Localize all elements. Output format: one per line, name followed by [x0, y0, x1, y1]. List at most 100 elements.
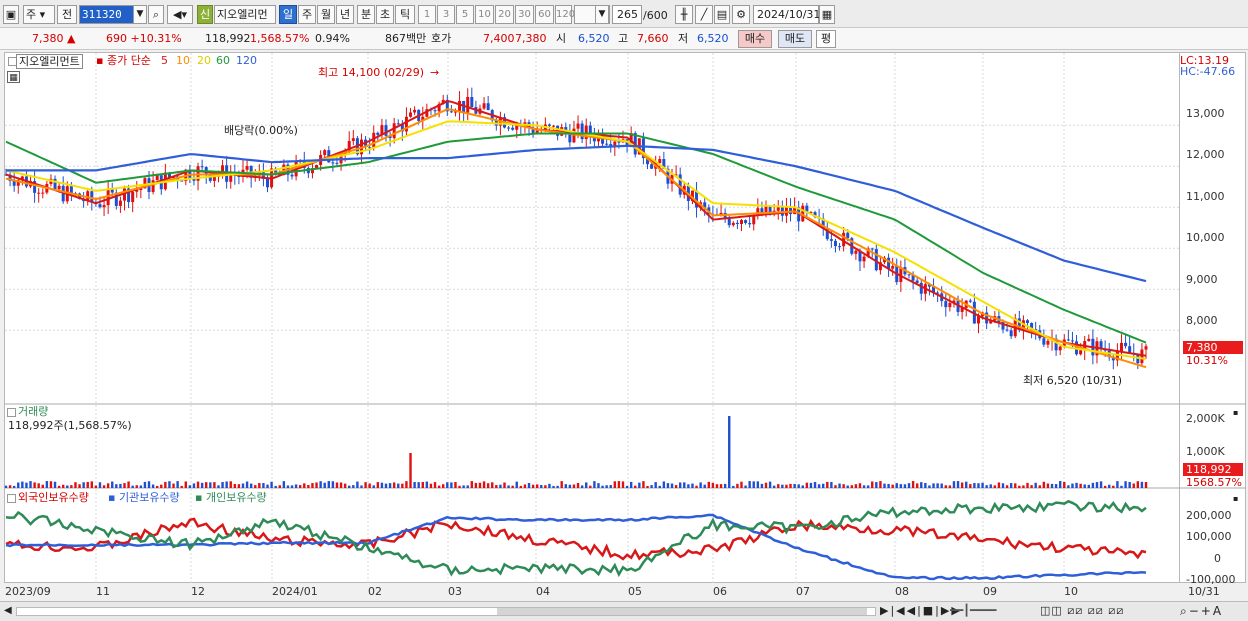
volume-bar: [413, 482, 416, 488]
volume-bar: [135, 485, 138, 488]
chart-svg[interactable]: [0, 0, 1248, 621]
volume-tag: 118,992: [1183, 463, 1243, 476]
zoom-icons[interactable]: ⌕−+A: [1180, 604, 1223, 619]
volume-bar: [985, 485, 988, 488]
volume-bar: [368, 483, 371, 488]
volume-panel-menu-icon[interactable]: [7, 408, 16, 417]
volume-bar: [274, 485, 277, 488]
volume-bar: [552, 485, 555, 488]
volume-bar: [899, 484, 903, 488]
ma-series: [5, 100, 1147, 369]
volume-bar: [364, 482, 367, 488]
candle-body: [131, 191, 135, 203]
volume-bar: [601, 485, 604, 488]
volume-bar: [311, 483, 314, 488]
volume-bar: [470, 481, 474, 488]
table-icon[interactable]: ▦: [7, 71, 20, 83]
volume-bar: [781, 484, 784, 488]
x-label: 02: [368, 585, 382, 598]
volume-bar: [760, 483, 764, 488]
volume-bar: [674, 485, 678, 488]
volume-bar: [356, 481, 359, 488]
volume-bar: [57, 485, 61, 488]
volume-bar: [756, 481, 760, 488]
volume-bar: [1026, 482, 1029, 488]
ma-60-legend[interactable]: 60: [216, 54, 230, 67]
volume-bar: [245, 481, 249, 488]
candle-body: [102, 205, 106, 208]
candle-body: [748, 223, 752, 225]
candle-body: [948, 302, 952, 308]
candle-body: [744, 220, 748, 224]
volume-bar: [1014, 483, 1017, 488]
x-label: 06: [713, 585, 727, 598]
volume-bar: [572, 484, 576, 488]
volume-bar: [879, 481, 882, 488]
candle-body: [968, 300, 972, 302]
volume-bar: [429, 483, 433, 488]
volume-bar: [209, 482, 212, 488]
volume-bar: [797, 484, 800, 488]
candle-body: [854, 250, 858, 254]
volume-bar: [744, 485, 747, 488]
volume-bar: [519, 485, 523, 488]
holding-lines: [5, 499, 1147, 581]
individual-legend[interactable]: ▪ 개인보유수량: [195, 491, 267, 504]
volume-bar: [928, 485, 931, 488]
ma-120-legend[interactable]: 120: [236, 54, 257, 67]
volume-bar: [233, 483, 237, 488]
volume-bar: [940, 483, 943, 488]
volume-bar: [66, 485, 69, 488]
ma-20-legend[interactable]: 20: [197, 54, 211, 67]
candle-series: [4, 87, 1148, 370]
institution-legend[interactable]: ▪ 기관보유수량: [108, 491, 180, 504]
scroll-left-icon[interactable]: ◀: [4, 605, 12, 616]
scroll-track[interactable]: [16, 607, 876, 616]
candle-body: [507, 127, 511, 129]
volume-bar: [822, 483, 825, 488]
ma-10-legend[interactable]: 10: [176, 54, 190, 67]
zoom-slider[interactable]: ━━┃━━━━: [950, 604, 996, 617]
volume-bar: [834, 485, 837, 488]
candle-body: [576, 123, 580, 129]
volume-bar: [486, 483, 490, 488]
volume-bar: [801, 485, 804, 488]
volume-bar: [115, 484, 118, 488]
volume-bar: [45, 481, 49, 488]
volume-bar: [147, 481, 151, 488]
volume-bar: [1018, 485, 1021, 488]
close-icon[interactable]: ▪: [1233, 492, 1238, 505]
scroll-bar[interactable]: ◀ ▶|◀◀|■|▶▶ ━━┃━━━━ ◫◫ ⧄⧄ ⧄⧄ ⧄⧄ ⌕−+A: [0, 601, 1248, 621]
price-tag: 7,380: [1183, 341, 1243, 354]
volume-bar: [805, 482, 809, 488]
foreign-legend[interactable]: 외국인보유수량: [18, 491, 89, 504]
volume-bar: [826, 481, 829, 488]
pct-tag: 10.31%: [1186, 354, 1228, 367]
volume-bar: [1112, 485, 1115, 488]
volume-bar: [123, 483, 126, 488]
volume-bar: [164, 481, 167, 488]
scroll-thumb[interactable]: [497, 608, 867, 615]
ma-5-legend[interactable]: 5: [161, 54, 168, 67]
volume-bar: [82, 482, 85, 488]
volume-bar: [37, 483, 40, 488]
candle-body: [789, 207, 793, 215]
volume-bar: [777, 484, 780, 488]
volume-bar: [437, 485, 441, 488]
volume-bar: [1046, 483, 1050, 488]
volume-bar: [213, 482, 216, 488]
volume-tick: 2,000K: [1186, 412, 1225, 425]
low-note: 최저 6,520 (10/31): [1023, 374, 1123, 387]
volume-bar: [315, 482, 318, 488]
candle-body: [838, 246, 842, 248]
volume-bar: [813, 481, 817, 488]
close-icon[interactable]: ▪: [1233, 406, 1238, 419]
candle-body: [155, 175, 159, 181]
volume-bar: [8, 485, 12, 488]
tool-icons[interactable]: ◫◫ ⧄⧄ ⧄⧄ ⧄⧄: [1040, 604, 1124, 618]
volume-bar: [589, 485, 592, 488]
volume-bar: [1038, 485, 1041, 488]
volume-bar: [446, 482, 449, 488]
holding-panel-menu-icon[interactable]: [7, 494, 16, 503]
volume-bar: [474, 482, 478, 488]
